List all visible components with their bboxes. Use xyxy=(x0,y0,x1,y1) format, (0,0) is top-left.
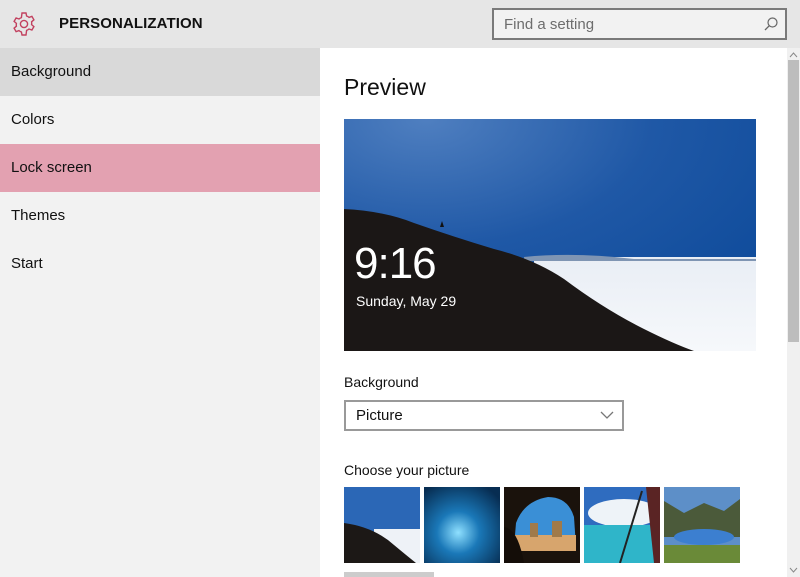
app-title: PERSONALIZATION xyxy=(59,15,203,32)
lock-screen-preview: 9:16 Sunday, May 29 xyxy=(344,119,756,351)
chevron-down-icon xyxy=(600,411,614,419)
thumbnail-airplane-window[interactable] xyxy=(584,487,660,563)
sidebar-item-start[interactable]: Start xyxy=(0,240,320,288)
gear-icon xyxy=(13,12,35,36)
preview-image xyxy=(344,119,756,351)
sidebar-item-themes[interactable]: Themes xyxy=(0,192,320,240)
sidebar-item-background[interactable]: Background xyxy=(0,48,320,96)
background-label: Background xyxy=(344,374,419,390)
sidebar-item-label: Start xyxy=(11,255,43,272)
sidebar-item-label: Background xyxy=(11,63,92,80)
lock-date: Sunday, May 29 xyxy=(356,293,457,309)
background-dropdown[interactable]: Picture xyxy=(344,400,624,431)
thumbnail-ice-cave[interactable] xyxy=(424,487,500,563)
browse-button[interactable] xyxy=(344,572,434,577)
thumbnail-mountain-cyclist[interactable] xyxy=(344,487,420,563)
sidebar-item-lock-screen[interactable]: Lock screen xyxy=(0,144,320,192)
search-icon[interactable] xyxy=(763,16,779,32)
sidebar-item-label: Colors xyxy=(11,111,55,128)
scrollbar-thumb[interactable] xyxy=(788,60,799,342)
scroll-down-arrow-icon[interactable] xyxy=(787,565,800,575)
thumbnail-sea-cave[interactable] xyxy=(504,487,580,563)
thumbnail-mountain-lake[interactable] xyxy=(664,487,740,563)
search-input[interactable] xyxy=(494,10,754,38)
dropdown-value: Picture xyxy=(356,407,403,424)
choose-picture-label: Choose your picture xyxy=(344,462,470,478)
preview-title: Preview xyxy=(344,74,426,100)
sidebar-item-colors[interactable]: Colors xyxy=(0,96,320,144)
scrollbar[interactable] xyxy=(787,48,800,577)
lock-time: 9:16 xyxy=(354,239,437,288)
sidebar-item-label: Themes xyxy=(11,207,66,224)
sidebar: Background Colors Lock screen Themes Sta… xyxy=(0,48,320,577)
scroll-up-arrow-icon[interactable] xyxy=(787,50,800,60)
main-content: Preview 9:16 Sunday, May 29 Background P… xyxy=(320,48,787,577)
header-bar: PERSONALIZATION xyxy=(0,0,800,48)
sidebar-item-label: Lock screen xyxy=(11,159,92,176)
search-box[interactable] xyxy=(492,8,787,40)
